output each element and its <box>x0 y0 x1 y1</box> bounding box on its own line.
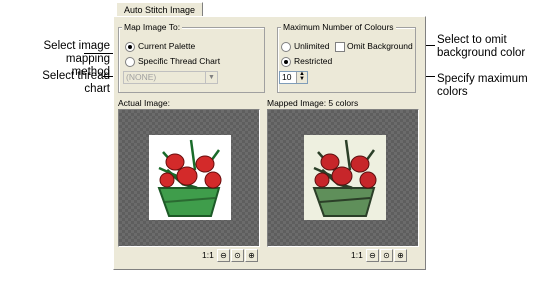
magnifier-plus-icon[interactable]: ⊕ <box>245 249 258 262</box>
radio-unlimited[interactable] <box>281 42 291 52</box>
callout-max-colors-line1: Specify maximum <box>437 73 528 85</box>
mapped-image-preview <box>267 109 419 247</box>
callout-thread-chart-line2: chart <box>84 83 110 95</box>
thread-chart-select[interactable]: (NONE) ▼ <box>123 71 218 84</box>
mapped-flower-image <box>304 135 386 220</box>
magnifier-icon[interactable]: ⊙ <box>380 249 393 262</box>
radio-current-palette[interactable] <box>125 42 135 52</box>
radio-restricted[interactable] <box>281 57 291 67</box>
magnifier-plus-icon[interactable]: ⊕ <box>394 249 407 262</box>
label-specific-thread-chart[interactable]: Specific Thread Chart <box>138 56 220 66</box>
max-colours-value: 10 <box>282 72 292 82</box>
checkbox-omit-background[interactable] <box>335 42 345 52</box>
max-colours-spinner[interactable]: 10 ▲ ▼ <box>279 71 308 84</box>
mapped-zoom-ratio: 1:1 <box>351 250 363 260</box>
magnifier-minus-icon[interactable]: ⊖ <box>366 249 379 262</box>
actual-flower-image <box>149 135 231 220</box>
label-current-palette[interactable]: Current Palette <box>138 41 195 51</box>
radio-specific-thread-chart[interactable] <box>125 57 135 67</box>
thread-chart-select-value: (NONE) <box>126 72 157 82</box>
callout-max-colors-line2: colors <box>437 86 468 98</box>
callout-mapping-method-line1: Select image <box>43 40 110 52</box>
label-omit-background[interactable]: Omit Background <box>347 41 413 51</box>
dialog-panel: Map Image To: Current Palette Specific T… <box>113 16 426 270</box>
callout-omit-background-line2: background color <box>437 47 526 59</box>
magnifier-minus-icon[interactable]: ⊖ <box>217 249 230 262</box>
mapped-image-label: Mapped Image: 5 colors <box>267 98 359 108</box>
callout-line-mapping <box>84 53 114 54</box>
spinner-arrows-icon[interactable]: ▲ ▼ <box>296 71 307 83</box>
callout-omit-background-line1: Select to omit <box>437 34 507 46</box>
callout-omit-background: Select to omit background color <box>437 34 535 60</box>
map-image-group-title: Map Image To: <box>122 22 183 32</box>
callout-thread-chart-line1: Select thread <box>42 70 110 82</box>
label-unlimited[interactable]: Unlimited <box>294 41 329 51</box>
callout-thread-chart: Select thread chart <box>34 70 110 96</box>
callout-max-colors: Specify maximum colors <box>437 73 535 99</box>
colours-group-title: Maximum Number of Colours <box>281 22 396 32</box>
chevron-down-icon[interactable]: ▼ <box>205 72 217 83</box>
magnifier-icon[interactable]: ⊙ <box>231 249 244 262</box>
label-restricted[interactable]: Restricted <box>294 56 332 66</box>
actual-zoom-ratio: 1:1 <box>202 250 214 260</box>
actual-image-preview <box>118 109 260 247</box>
actual-image-label: Actual Image: <box>118 98 170 108</box>
